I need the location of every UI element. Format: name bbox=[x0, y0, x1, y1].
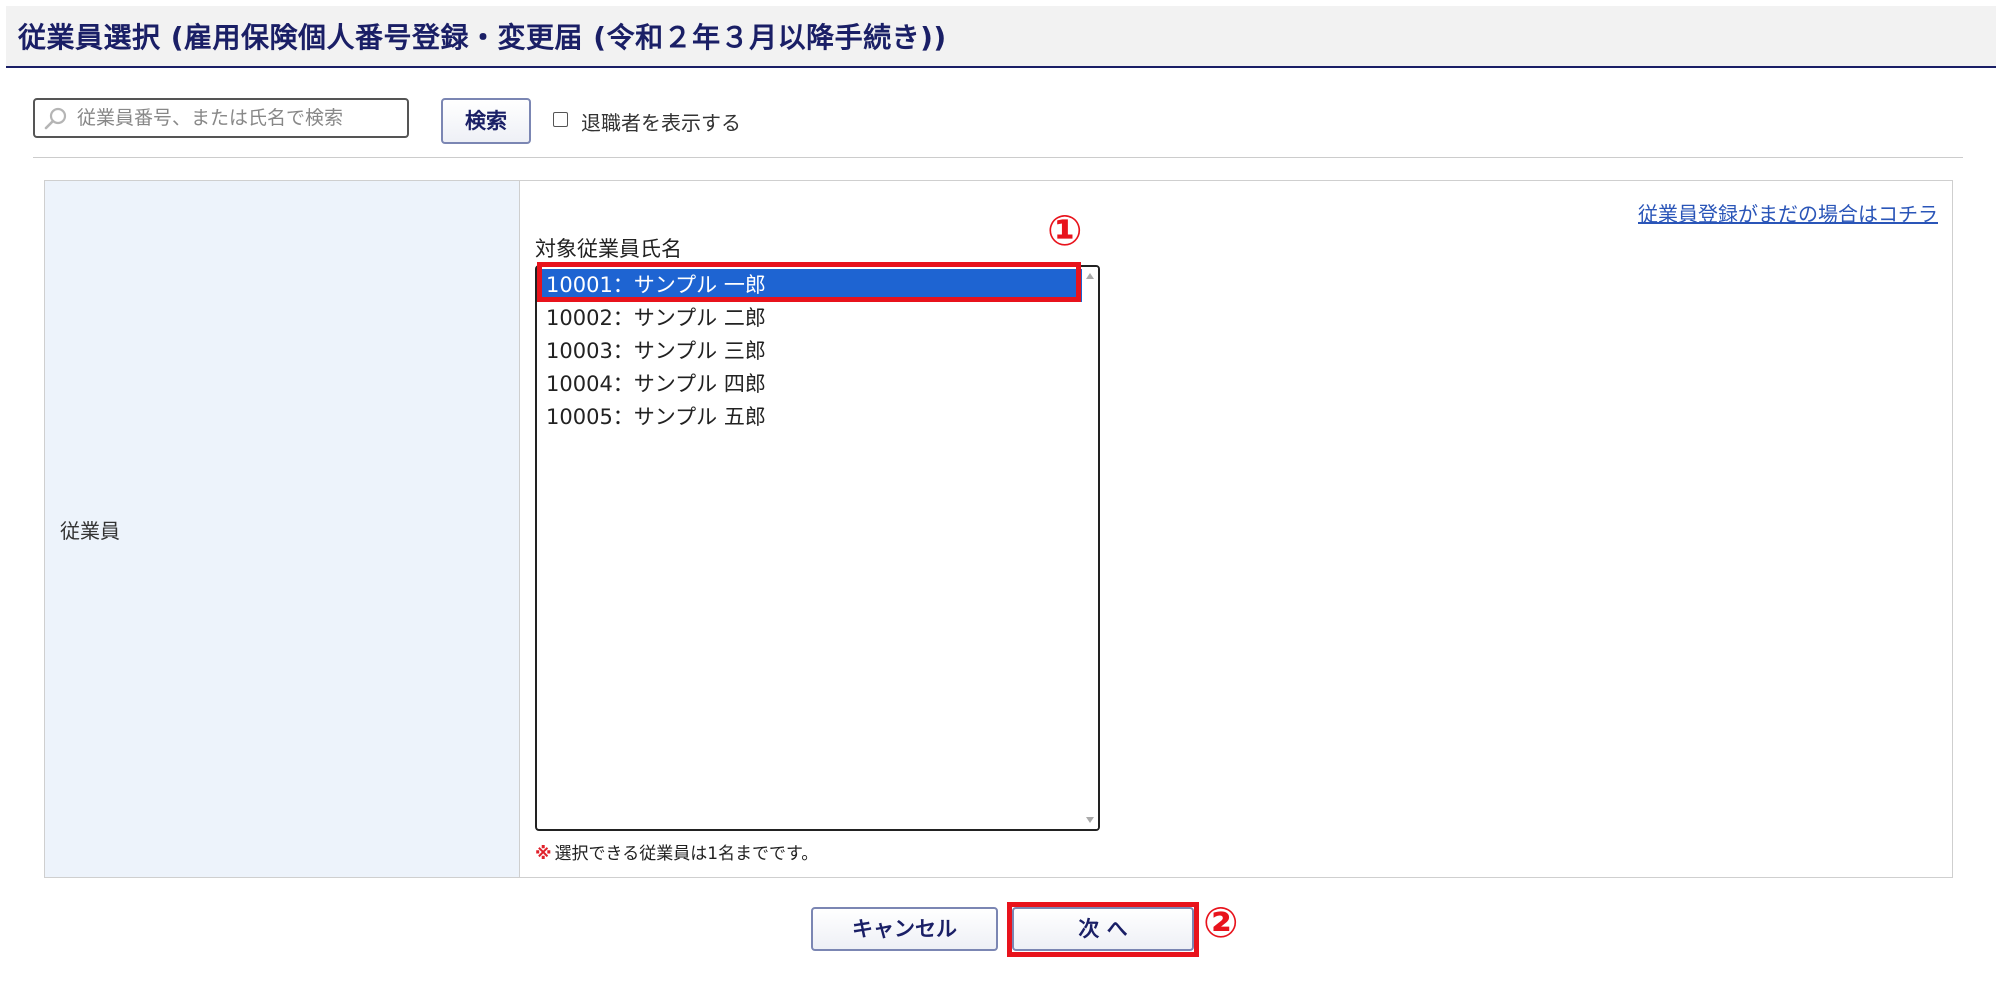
employee-row-label: 従業員 bbox=[60, 519, 120, 543]
register-employee-link[interactable]: 従業員登録がまだの場合はコチラ bbox=[1638, 198, 1938, 227]
selection-note: ※ 選択できる従業員は1名までです。 bbox=[535, 839, 818, 864]
employee-option[interactable]: 10002：サンプル 二郎 bbox=[540, 302, 1082, 335]
step-number-2: ② bbox=[1203, 898, 1239, 947]
employee-list: 10001：サンプル 一郎 10002：サンプル 二郎 10003：サンプル 三郎 1… bbox=[540, 269, 1082, 434]
show-retired-checkbox[interactable] bbox=[553, 112, 568, 127]
search-box[interactable] bbox=[33, 98, 409, 138]
employee-option[interactable]: 10003：サンプル 三郎 bbox=[540, 335, 1082, 368]
chevron-up-icon[interactable] bbox=[1086, 273, 1094, 279]
employee-option[interactable]: 10005：サンプル 五郎 bbox=[540, 401, 1082, 434]
show-retired-label[interactable]: 退職者を表示する bbox=[581, 107, 741, 136]
cancel-button[interactable]: キャンセル bbox=[811, 907, 998, 951]
listbox-scrollbar[interactable] bbox=[1082, 267, 1098, 829]
next-button[interactable]: 次 へ bbox=[1012, 907, 1194, 951]
page-header: 従業員選択 (雇用保険個人番号登録・変更届 (令和２年３月以降手続き)) bbox=[6, 6, 1996, 68]
chevron-down-icon[interactable] bbox=[1086, 817, 1094, 823]
search-icon bbox=[43, 106, 69, 132]
page-title: 従業員選択 (雇用保険個人番号登録・変更届 (令和２年３月以降手続き)) bbox=[18, 21, 947, 54]
note-mark: ※ bbox=[535, 844, 552, 864]
search-input[interactable] bbox=[77, 104, 399, 132]
employee-option[interactable]: 10001：サンプル 一郎 bbox=[540, 269, 1082, 302]
employee-form-table: 従業員 従業員登録がまだの場合はコチラ 対象従業員氏名 10001：サンプル 一… bbox=[44, 180, 1953, 878]
employee-value-cell: 従業員登録がまだの場合はコチラ 対象従業員氏名 10001：サンプル 一郎 100… bbox=[520, 181, 1952, 877]
note-text: 選択できる従業員は1名までです。 bbox=[554, 844, 819, 864]
search-button[interactable]: 検索 bbox=[441, 98, 531, 144]
divider bbox=[33, 157, 1963, 158]
target-employee-label: 対象従業員氏名 bbox=[535, 237, 682, 261]
employee-option[interactable]: 10004：サンプル 四郎 bbox=[540, 368, 1082, 401]
employee-listbox[interactable]: 10001：サンプル 一郎 10002：サンプル 二郎 10003：サンプル 三郎 1… bbox=[535, 265, 1100, 831]
employee-label-cell: 従業員 bbox=[45, 181, 520, 877]
